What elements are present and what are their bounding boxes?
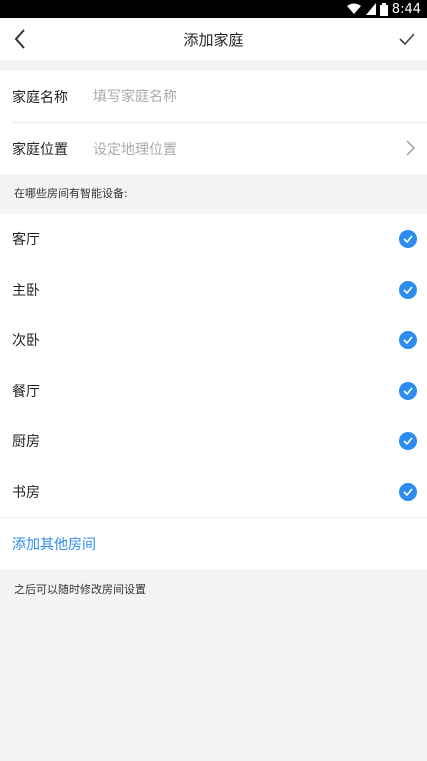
nav-bar: 添加家庭 bbox=[0, 18, 427, 60]
room-row-living-room[interactable]: 客厅 bbox=[0, 214, 427, 265]
confirm-button[interactable] bbox=[393, 24, 421, 54]
status-bar: 8:44 bbox=[0, 0, 427, 18]
room-name: 书房 bbox=[12, 484, 40, 501]
home-location-row[interactable]: 家庭位置 设定地理位置 bbox=[0, 123, 427, 174]
room-name: 次卧 bbox=[12, 333, 40, 350]
check-circle-icon[interactable] bbox=[399, 482, 417, 501]
chevron-right-icon bbox=[406, 140, 415, 156]
add-room-row: 添加其他房间 bbox=[0, 517, 427, 569]
check-circle-icon[interactable] bbox=[399, 331, 417, 349]
footer-note: 之后可以随时修改房间设置 bbox=[14, 583, 146, 596]
rooms-section-label: 在哪些房间有智能设备: bbox=[14, 187, 128, 200]
room-row-study[interactable]: 书房 bbox=[0, 467, 427, 518]
page-title: 添加家庭 bbox=[183, 30, 244, 49]
home-name-input[interactable] bbox=[93, 88, 353, 105]
check-circle-icon[interactable] bbox=[399, 280, 417, 299]
back-button[interactable] bbox=[6, 24, 34, 54]
battery-icon bbox=[379, 2, 388, 16]
chevron-left-icon bbox=[14, 29, 25, 49]
check-circle-icon[interactable] bbox=[399, 381, 417, 400]
room-row-kitchen[interactable]: 厨房 bbox=[0, 416, 427, 467]
room-row-dining-room[interactable]: 餐厅 bbox=[0, 366, 427, 417]
room-row-master-bedroom[interactable]: 主卧 bbox=[0, 265, 427, 316]
status-time: 8:44 bbox=[391, 1, 421, 17]
check-circle-icon[interactable] bbox=[399, 230, 417, 248]
rooms-group: 客厅 主卧 次卧 餐厅 厨房 书房 添加其他房间 bbox=[0, 214, 427, 569]
check-icon bbox=[399, 33, 415, 45]
room-row-second-bedroom[interactable]: 次卧 bbox=[0, 315, 427, 366]
room-name: 厨房 bbox=[12, 434, 40, 451]
check-circle-icon[interactable] bbox=[399, 432, 417, 450]
home-info-group: 家庭名称 家庭位置 设定地理位置 bbox=[0, 71, 427, 174]
room-name: 客厅 bbox=[12, 232, 40, 249]
room-name: 主卧 bbox=[12, 282, 40, 299]
home-location-placeholder: 设定地理位置 bbox=[93, 141, 177, 158]
home-name-label: 家庭名称 bbox=[12, 89, 68, 106]
add-other-room-link[interactable]: 添加其他房间 bbox=[12, 534, 96, 554]
signal-icon bbox=[365, 3, 376, 15]
room-name: 餐厅 bbox=[12, 383, 40, 400]
home-name-row: 家庭名称 bbox=[0, 71, 427, 122]
home-location-label: 家庭位置 bbox=[12, 141, 68, 158]
wifi-icon bbox=[346, 3, 361, 14]
